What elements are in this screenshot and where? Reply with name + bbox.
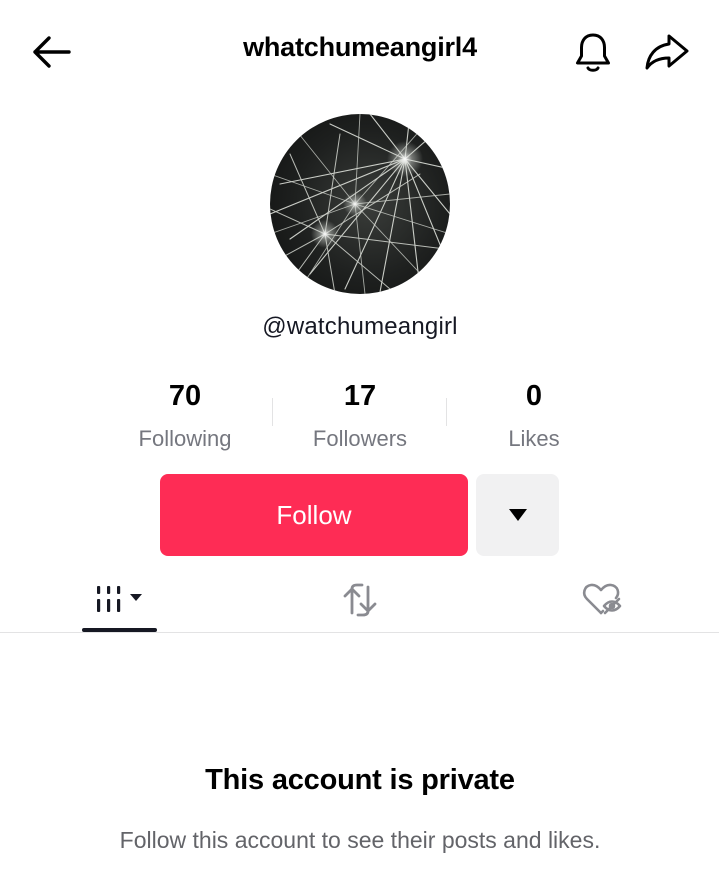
stat-likes-label: Likes	[508, 426, 560, 451]
stat-followers-label: Followers	[312, 426, 408, 451]
tab-videos[interactable]	[82, 568, 157, 632]
stat-likes-value: 0	[525, 380, 543, 412]
tab-bar-divider	[0, 632, 719, 633]
tab-reposts[interactable]	[322, 568, 397, 632]
private-account-title: This account is private	[205, 764, 515, 796]
stat-divider	[446, 398, 447, 426]
arrow-left-icon	[33, 36, 71, 68]
profile-username: @watchumeangirl	[262, 313, 458, 340]
share-arrow-icon	[645, 34, 689, 70]
private-account-description: Follow this account to see their posts a…	[119, 827, 601, 853]
avatar[interactable]	[270, 114, 450, 294]
stat-divider	[272, 398, 273, 426]
back-button[interactable]	[24, 25, 78, 79]
repost-icon	[343, 583, 376, 617]
bell-icon	[576, 33, 610, 72]
stat-following-label: Following	[138, 426, 232, 451]
notifications-button[interactable]	[566, 25, 620, 79]
share-button[interactable]	[640, 25, 694, 79]
follow-button[interactable]: Follow	[160, 474, 468, 556]
stat-followers-value: 17	[343, 380, 377, 412]
suggested-accounts-button[interactable]	[476, 474, 559, 556]
stat-likes[interactable]: 0 Likes	[449, 378, 619, 452]
starburst-avatar	[270, 114, 450, 294]
hidden-heart-icon	[582, 583, 621, 615]
stat-following[interactable]: 70 Following	[100, 378, 270, 452]
grid-icon	[96, 586, 142, 612]
caret-down-icon	[508, 509, 527, 521]
stat-followers[interactable]: 17 Followers	[275, 378, 445, 452]
page-title: whatchumeangirl4	[243, 32, 477, 62]
stat-following-value: 70	[168, 380, 202, 412]
tab-liked[interactable]	[563, 568, 638, 632]
